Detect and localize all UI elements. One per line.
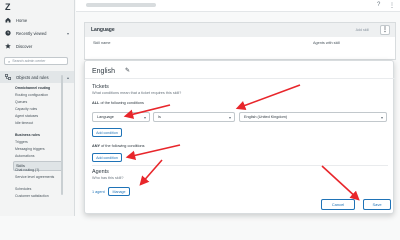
sidebar-item-recently-viewed[interactable]: Recently viewed ▾	[0, 27, 74, 39]
agents-heading: Agents	[92, 169, 109, 175]
apps-grid-icon[interactable]: ⋮	[389, 2, 395, 9]
manage-agents-button[interactable]: Manage	[108, 187, 130, 196]
cancel-button[interactable]: Cancel	[321, 199, 355, 210]
sidebar-item-home[interactable]: Home	[0, 14, 74, 26]
help-icon[interactable]: ?	[377, 2, 380, 8]
tickets-heading: Tickets	[92, 84, 109, 90]
divider	[92, 165, 388, 166]
chevron-down-icon: ▾	[143, 114, 146, 120]
agents-count: 1 agent	[92, 190, 105, 194]
divider	[85, 78, 395, 79]
sidebar: Z Home Recently viewed ▾ Discover ⌕ Sear…	[0, 0, 75, 216]
sidebar-item-discover[interactable]: Discover	[0, 40, 74, 52]
admin-search-input[interactable]: ⌕ Search admin center	[4, 57, 68, 65]
skill-title: English	[92, 68, 115, 75]
sidebar-subitem-messaging-triggers[interactable]: Messaging triggers	[15, 147, 45, 151]
chevron-up-icon: ▴	[66, 74, 69, 80]
skill-type-header: Language Add skill ⋮	[85, 23, 395, 37]
tickets-subheading: What conditions mean that a ticket requi…	[92, 91, 182, 95]
sidebar-subitem-queues[interactable]: Queues	[15, 100, 27, 104]
home-icon	[5, 17, 11, 23]
search-icon: ⌕	[8, 58, 11, 64]
sidebar-item-label: Discover	[16, 43, 33, 49]
chevron-down-icon: ▾	[228, 114, 231, 120]
sidebar-item-label: Objects and rules	[16, 74, 49, 80]
section-heading-omnichannel: Omnichannel routing	[15, 86, 51, 90]
skill-type-card: Language Add skill ⋮ Skill name Agents w…	[84, 22, 396, 60]
star-icon	[5, 43, 11, 49]
skill-type-title: Language	[91, 27, 115, 33]
condition-value-select[interactable]: English (United Kingdom) ▾	[239, 112, 387, 122]
condition-field-select[interactable]: Language ▾	[92, 112, 150, 122]
section-heading-business-rules: Business rules	[15, 133, 40, 137]
chevron-down-icon: ▾	[66, 30, 69, 36]
add-all-condition-button[interactable]: Add condition	[92, 128, 122, 137]
chevron-down-icon: ▾	[380, 114, 383, 120]
edit-pencil-icon[interactable]: ✎	[125, 67, 130, 74]
sidebar-subitem-automations[interactable]: Automations	[15, 154, 34, 158]
sidebar-subitem-triggers[interactable]: Triggers	[15, 140, 28, 144]
add-skill-link[interactable]: Add skill	[356, 28, 369, 32]
sidebar-subitem-capacity-rules[interactable]: Capacity rules	[15, 107, 37, 111]
sidebar-subitem-schedules[interactable]: Schedules	[15, 187, 31, 191]
more-options-icon[interactable]: ⋮	[380, 25, 390, 35]
sidebar-subitem-service-level-agreements[interactable]: Service level agreements	[15, 175, 59, 179]
column-header-agents: Agents with skill	[313, 41, 341, 45]
objects-rules-icon	[5, 74, 11, 80]
sidebar-subitem-routing-configuration[interactable]: Routing configuration	[15, 93, 48, 97]
sidebar-scrollbar[interactable]	[61, 75, 63, 195]
sidebar-subitem-chat-routing[interactable]: Chat routing (?)	[15, 168, 39, 172]
top-bar: ? ⋮	[76, 0, 400, 12]
sidebar-subitem-agent-statuses[interactable]: Agent statuses	[15, 114, 38, 118]
save-button[interactable]: Save	[363, 199, 391, 210]
skills-table-header: Skill name Agents with skill	[85, 37, 395, 49]
breadcrumb-redacted	[86, 3, 156, 7]
sidebar-item-label: Recently viewed	[16, 30, 47, 36]
any-conditions-label: ANY of the following conditions	[92, 144, 145, 148]
sidebar-item-label: Home	[16, 17, 28, 23]
edit-skill-modal: English ✎ Tickets What conditions mean t…	[84, 60, 395, 214]
zendesk-logo-icon[interactable]: Z	[5, 3, 13, 12]
sidebar-item-objects-and-rules[interactable]: Objects and rules ▴	[0, 71, 74, 83]
sidebar-subitem-customer-satisfaction[interactable]: Customer satisfaction	[15, 194, 49, 198]
add-any-condition-button[interactable]: Add condition	[92, 153, 122, 162]
all-conditions-label: ALL of the following conditions	[92, 101, 144, 105]
clock-icon	[5, 30, 11, 36]
sidebar-subitem-idle-timeout[interactable]: Idle timeout	[15, 121, 33, 125]
condition-operator-select[interactable]: Is ▾	[153, 112, 235, 122]
column-header-skill-name: Skill name	[93, 41, 111, 45]
agents-subheading: Who has this skill?	[92, 176, 124, 180]
